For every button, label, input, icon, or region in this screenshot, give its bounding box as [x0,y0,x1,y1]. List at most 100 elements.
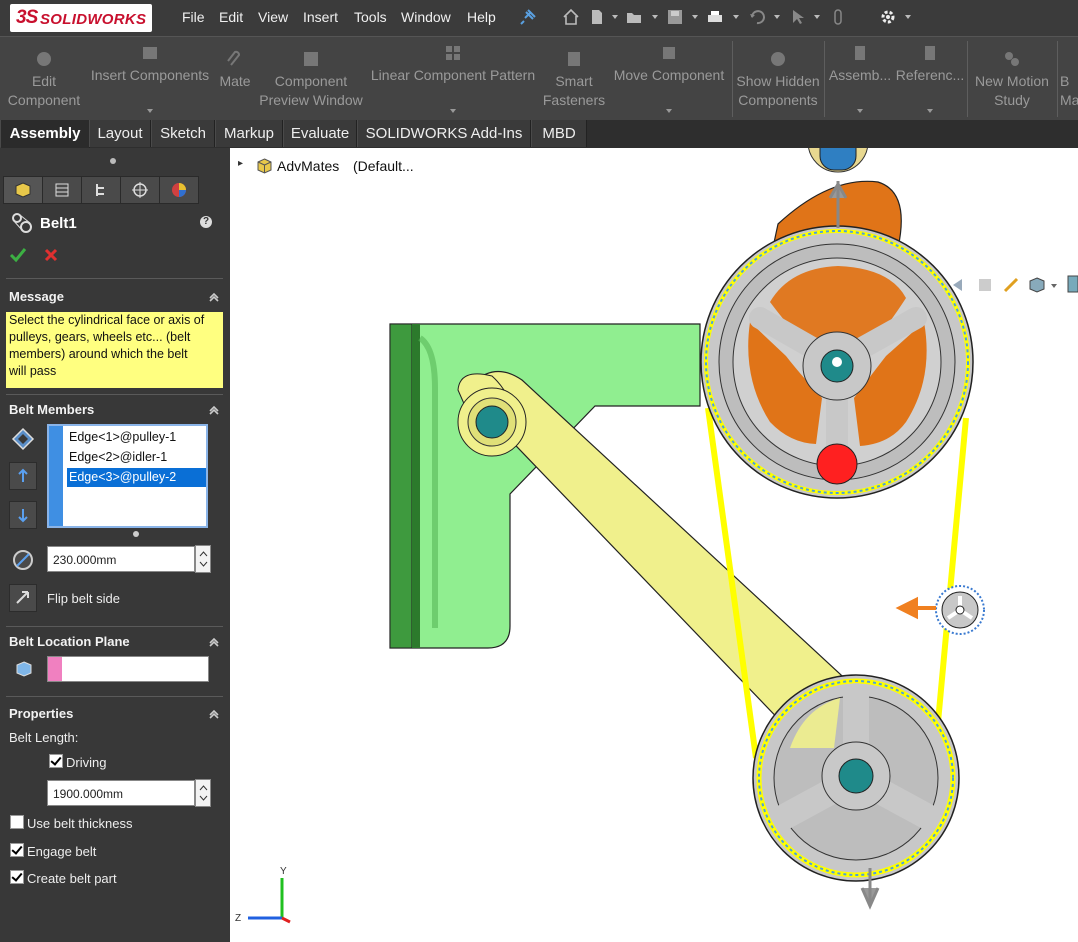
configuration-tree-icon [92,181,110,199]
pitch-diameter-field[interactable]: 230.000mm [47,546,195,572]
list-item-selected[interactable]: Edge<3>@pulley-2 [67,468,206,487]
save-icon[interactable] [666,8,684,26]
panel-splitter-handle[interactable] [110,158,116,164]
collapse-chevron-icon[interactable] [208,290,220,302]
component-preview-window-button[interactable]: Component Preview Window [258,37,364,121]
create-belt-part-checkbox[interactable] [10,870,24,884]
linear-component-pattern-button[interactable]: Linear Component Pattern [364,37,542,121]
move-component-icon [659,43,679,63]
belt-length-spinner[interactable] [195,779,211,807]
create-belt-part-label[interactable]: Create belt part [27,871,117,886]
pitch-diameter-spinner[interactable] [195,545,211,573]
undo-icon[interactable] [748,8,766,26]
driving-checkbox[interactable] [49,754,63,768]
rebuild-icon[interactable] [829,8,847,26]
message-box: Select the cylindrical face or axis of p… [6,312,223,388]
collapse-chevron-icon[interactable] [208,635,220,647]
flip-belt-side-button[interactable] [9,584,37,612]
collapse-chevron-icon[interactable] [208,707,220,719]
tab-sketch[interactable]: Sketch [151,120,215,147]
menu-window[interactable]: Window [401,9,451,25]
belt-members-heading: Belt Members [9,402,94,417]
logo-text: SOLIDWORKS [40,11,146,28]
crosshair-target-icon [131,181,149,199]
help-icon[interactable]: ? [200,216,212,228]
color-wheel-icon [170,181,188,199]
move-component-button[interactable]: Move Component [606,37,732,121]
show-hidden-components-button[interactable]: Show Hidden Components [733,37,823,121]
move-up-button[interactable] [9,462,37,490]
pulley-2[interactable] [753,675,959,906]
menu-tools[interactable]: Tools [354,9,387,25]
open-folder-icon[interactable] [625,8,643,26]
list-resize-handle[interactable] [133,531,139,537]
list-item[interactable]: Edge<1>@pulley-1 [67,428,206,447]
triad-y-label: Y [280,866,287,877]
idler-1[interactable] [900,586,984,634]
tab-markup[interactable]: Markup [215,120,283,147]
menu-help[interactable]: Help [467,9,496,25]
cancel-x-icon[interactable] [44,248,58,262]
smart-fasteners-button[interactable]: Smart Fasteners [542,37,606,121]
belt-members-list[interactable]: Edge<1>@pulley-1 Edge<2>@idler-1 Edge<3>… [47,424,208,528]
tab-feature-manager[interactable] [3,176,43,204]
edit-component-button[interactable]: Edit Component [0,37,88,121]
new-motion-study-button[interactable]: New Motion Study [968,37,1056,121]
driving-label[interactable]: Driving [66,755,106,770]
belt-members-diamond-icon [11,427,35,451]
assembly-features-icon [850,43,870,63]
assembly-features-button[interactable]: Assemb... [826,37,894,121]
print-icon[interactable] [706,8,724,26]
tab-assembly[interactable]: Assembly [0,120,90,149]
property-manager: Belt1 ? Message Select the cylindrical f… [0,148,230,942]
menu-insert[interactable]: Insert [303,9,338,25]
model-canvas[interactable]: Y Z [230,148,1078,942]
engage-belt-checkbox[interactable] [10,843,24,857]
list-item[interactable]: Edge<2>@idler-1 [67,448,206,467]
top-bracket-part[interactable] [808,148,868,172]
pulley-1[interactable] [701,181,973,498]
select-arrow-icon[interactable] [789,8,807,26]
reference-geometry-button[interactable]: Referenc... [894,37,966,121]
use-belt-thickness-label[interactable]: Use belt thickness [27,816,133,831]
belt-location-plane-field[interactable] [47,656,209,682]
motion-study-icon [1002,49,1022,69]
tab-configuration-manager[interactable] [81,176,121,204]
bill-of-materials-button[interactable]: B Ma [1060,37,1078,121]
flip-belt-side-label[interactable]: Flip belt side [47,591,120,606]
menu-view[interactable]: View [258,9,288,25]
collapse-chevron-icon[interactable] [208,403,220,415]
home-icon[interactable] [562,8,580,26]
base-plate-part[interactable] [390,324,700,648]
use-belt-thickness-checkbox[interactable] [10,815,24,829]
tab-layout[interactable]: Layout [89,120,151,147]
arrow-up-icon [16,468,30,484]
ds-logo-icon: 3S [16,7,37,29]
command-manager: Edit Component Insert Components Mate Co… [0,36,1078,121]
menu-edit[interactable]: Edit [219,9,243,25]
pin-icon[interactable] [519,8,537,26]
tab-property-manager[interactable] [42,176,82,204]
tab-add-ins[interactable]: SOLIDWORKS Add-Ins [357,120,531,147]
menu-file[interactable]: File [182,9,205,25]
mate-button[interactable]: Mate [212,37,258,121]
options-gear-icon[interactable] [879,8,897,26]
graphics-area[interactable]: ▸ AdvMates (Default... [230,148,1078,942]
preview-window-icon [301,49,321,69]
tab-display-manager[interactable] [159,176,199,204]
new-document-icon[interactable] [588,8,606,26]
tab-dimxpert-manager[interactable] [120,176,160,204]
ok-checkmark-icon[interactable] [9,247,27,263]
edit-component-icon [34,49,54,69]
belt-length-field[interactable]: 1900.000mm [47,780,195,806]
spinner-arrows-icon [199,783,208,803]
insert-components-button[interactable]: Insert Components [88,37,212,121]
manager-tabs [0,174,230,206]
move-down-button[interactable] [9,501,37,529]
command-tabs: Assembly Layout Sketch Markup Evaluate S… [0,120,1078,148]
solidworks-logo[interactable]: 3S SOLIDWORKS [10,4,152,32]
tab-evaluate[interactable]: Evaluate [283,120,357,147]
tab-mbd[interactable]: MBD [531,120,587,147]
engage-belt-label[interactable]: Engage belt [27,844,96,859]
coordinate-triad: Y Z [235,866,290,924]
